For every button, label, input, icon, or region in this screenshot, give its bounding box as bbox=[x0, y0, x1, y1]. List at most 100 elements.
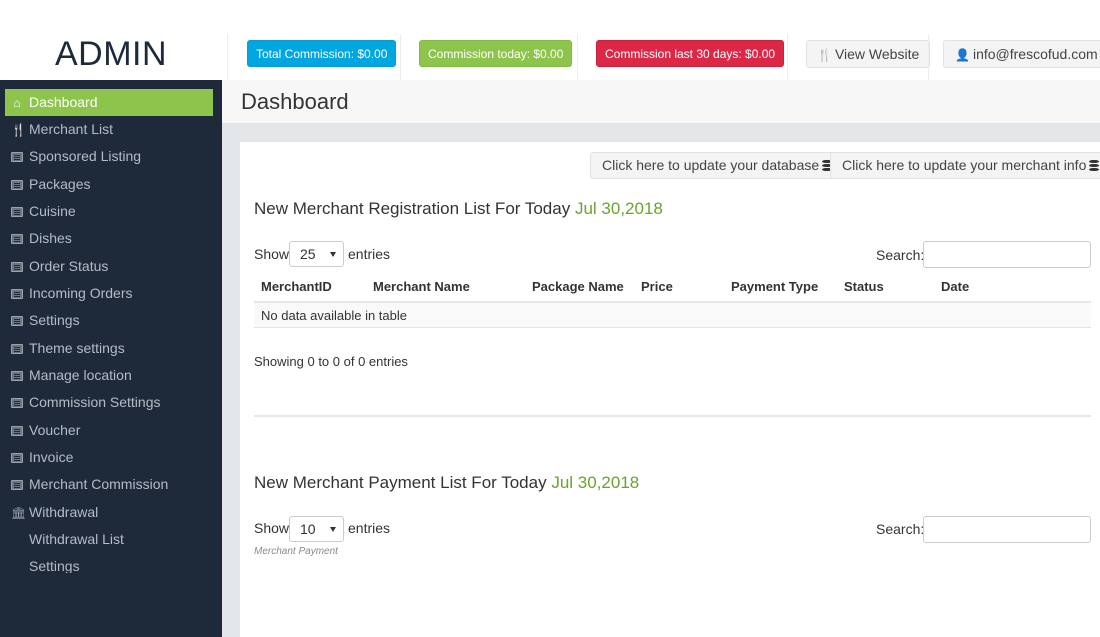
commission-30-days-badge[interactable]: Commission last 30 days: $0.00 bbox=[596, 40, 785, 67]
user-email: info@frescofud.com bbox=[972, 46, 1098, 62]
sidebar-item-packages[interactable]: Packages bbox=[5, 171, 213, 198]
header-divider bbox=[928, 34, 929, 80]
sidebar-item-manage-location[interactable]: Manage location bbox=[5, 362, 213, 389]
payment-date: Jul 30,2018 bbox=[551, 473, 640, 492]
registration-show-label: Show bbox=[254, 246, 290, 262]
header-divider bbox=[400, 34, 401, 80]
payment-page-length-select[interactable]: 10 bbox=[289, 516, 344, 542]
list-icon bbox=[11, 262, 23, 272]
list-icon bbox=[11, 180, 23, 190]
payment-search-label: Search: bbox=[876, 521, 925, 537]
payment-title-text: New Merchant Payment List For Today bbox=[254, 473, 547, 492]
section-divider bbox=[254, 415, 1091, 417]
home-icon: ⌂ bbox=[13, 96, 21, 110]
column-header-payment-type[interactable]: Payment Type bbox=[731, 279, 818, 294]
list-icon bbox=[11, 371, 23, 381]
payment-search-input[interactable] bbox=[923, 516, 1091, 543]
update-merchant-info-button[interactable]: Click here to update your merchant info bbox=[830, 152, 1100, 179]
update-database-label: Click here to update your database bbox=[602, 157, 820, 173]
header-divider bbox=[577, 34, 578, 80]
sidebar-item-label: Cuisine bbox=[29, 203, 76, 219]
page-header: Dashboard bbox=[222, 80, 1100, 124]
sidebar-item-theme-settings[interactable]: Theme settings bbox=[5, 335, 213, 362]
list-icon bbox=[11, 344, 23, 354]
sidebar-item-label: Order Status bbox=[29, 258, 109, 274]
view-website-label: View Website bbox=[834, 46, 920, 62]
sidebar-item-label: Theme settings bbox=[29, 340, 125, 356]
header-divider bbox=[227, 34, 228, 80]
registration-page-length-select[interactable]: 25 bbox=[289, 241, 344, 267]
sidebar-item-voucher[interactable]: Voucher bbox=[5, 417, 213, 444]
main-content: Dashboard Click here to update your data… bbox=[222, 80, 1100, 637]
registration-title-text: New Merchant Registration List For Today bbox=[254, 199, 571, 218]
update-merchant-info-label: Click here to update your merchant info bbox=[842, 157, 1087, 173]
list-icon bbox=[11, 480, 23, 490]
sidebar: ⌂ Dashboard 🍴 Merchant List Sponsored List… bbox=[0, 80, 222, 637]
sidebar-item-withdrawal-settings[interactable]: Settings bbox=[5, 553, 213, 573]
sidebar-item-label: Invoice bbox=[29, 449, 74, 465]
sidebar-item-label: Dashboard bbox=[29, 94, 98, 110]
column-header-price[interactable]: Price bbox=[641, 279, 673, 294]
registration-section-title: New Merchant Registration List For Today… bbox=[254, 199, 663, 219]
list-icon bbox=[11, 234, 23, 244]
cutlery-icon: 🍴 bbox=[11, 123, 26, 137]
column-header-package-name[interactable]: Package Name bbox=[532, 279, 624, 294]
sidebar-item-label: Merchant List bbox=[29, 121, 114, 137]
brand-logo[interactable]: ADMIN bbox=[0, 28, 222, 80]
commission-today-badge[interactable]: Commission today: $0.00 bbox=[419, 40, 573, 67]
page-length-value: 10 bbox=[300, 521, 316, 537]
payment-table-caption: Merchant Payment bbox=[254, 546, 338, 557]
caret-down-icon bbox=[330, 527, 336, 532]
sidebar-item-cuisine[interactable]: Cuisine bbox=[5, 198, 213, 225]
sidebar-item-label: Packages bbox=[29, 176, 91, 192]
registration-search-label: Search: bbox=[876, 247, 925, 263]
registration-date: Jul 30,2018 bbox=[574, 199, 663, 218]
column-header-merchant-id[interactable]: MerchantID bbox=[261, 279, 332, 294]
sidebar-item-label: Withdrawal bbox=[29, 504, 99, 520]
sidebar-item-merchant-commission[interactable]: Merchant Commission bbox=[5, 471, 213, 498]
sidebar-item-label: Sponsored Listing bbox=[29, 148, 142, 164]
view-website-button[interactable]: 🍴 View Website bbox=[806, 40, 931, 68]
page-title: Dashboard bbox=[241, 89, 349, 114]
list-icon bbox=[11, 426, 23, 436]
list-icon bbox=[11, 316, 23, 326]
sidebar-item-label: Settings bbox=[29, 558, 80, 573]
sidebar-item-invoice[interactable]: Invoice bbox=[5, 444, 213, 471]
registration-search-input[interactable] bbox=[923, 241, 1091, 268]
total-commission-badge[interactable]: Total Commission: $0.00 bbox=[247, 40, 397, 67]
payment-section-title: New Merchant Payment List For Today Jul … bbox=[254, 473, 639, 493]
registration-table-info: Showing 0 to 0 of 0 entries bbox=[254, 354, 408, 369]
top-header: ADMIN Total Commission: $0.00 Commission… bbox=[0, 0, 1100, 80]
column-header-status[interactable]: Status bbox=[844, 279, 884, 294]
sidebar-item-withdrawal-list[interactable]: Withdrawal List bbox=[5, 526, 213, 553]
dashboard-card: Click here to update your database Click… bbox=[240, 142, 1100, 637]
list-icon bbox=[11, 289, 23, 299]
sidebar-item-dishes[interactable]: Dishes bbox=[5, 225, 213, 252]
sidebar-item-label: Manage location bbox=[29, 367, 132, 383]
sidebar-item-dashboard[interactable]: ⌂ Dashboard bbox=[5, 89, 213, 116]
sidebar-item-label: Settings bbox=[29, 312, 80, 328]
sidebar-item-incoming-orders[interactable]: Incoming Orders bbox=[5, 280, 213, 307]
list-icon bbox=[11, 398, 23, 408]
page-length-value: 25 bbox=[300, 246, 316, 262]
sidebar-item-label: Withdrawal List bbox=[29, 531, 124, 547]
column-header-date[interactable]: Date bbox=[941, 279, 969, 294]
sidebar-item-label: Dishes bbox=[29, 230, 72, 246]
sidebar-item-merchant-list[interactable]: 🍴 Merchant List bbox=[5, 116, 213, 143]
caret-down-icon bbox=[330, 252, 336, 257]
update-database-button[interactable]: Click here to update your database bbox=[590, 152, 845, 179]
sidebar-item-order-status[interactable]: Order Status bbox=[5, 253, 213, 280]
sidebar-item-settings[interactable]: Settings bbox=[5, 307, 213, 334]
bank-icon: 🏛 bbox=[11, 506, 27, 520]
sidebar-item-commission-settings[interactable]: Commission Settings bbox=[5, 389, 213, 416]
user-icon: 👤 bbox=[955, 48, 970, 62]
column-header-merchant-name[interactable]: Merchant Name bbox=[373, 279, 470, 294]
table-empty-row: No data available in table bbox=[254, 303, 1091, 328]
sidebar-item-label: Incoming Orders bbox=[29, 285, 133, 301]
user-menu-dropdown[interactable]: 👤 info@frescofud.com bbox=[943, 40, 1100, 68]
sidebar-item-label: Commission Settings bbox=[29, 394, 161, 410]
cutlery-icon: 🍴 bbox=[817, 48, 832, 62]
sidebar-item-sponsored-listing[interactable]: Sponsored Listing bbox=[5, 143, 213, 170]
database-icon bbox=[1089, 160, 1100, 171]
sidebar-item-withdrawal[interactable]: 🏛 Withdrawal bbox=[5, 499, 213, 526]
